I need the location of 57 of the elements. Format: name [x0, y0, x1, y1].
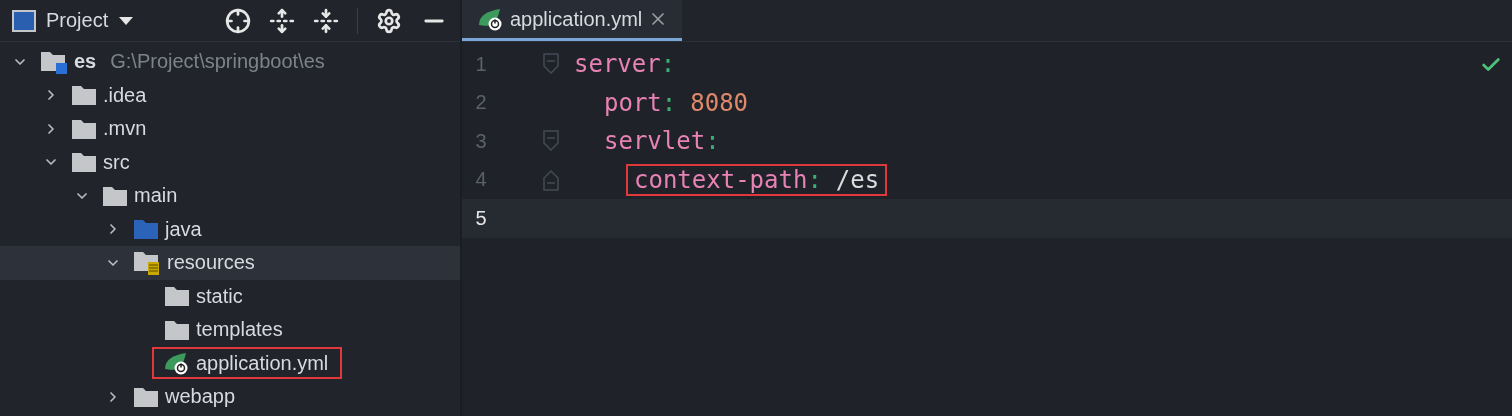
tree-label: webapp [165, 385, 236, 409]
tree-label: .idea [103, 83, 147, 107]
tree-label: static [196, 284, 243, 308]
yaml-key: context-path [634, 165, 808, 194]
folder-icon [164, 285, 190, 308]
tree-row[interactable]: es G:\Project\springboot\es [0, 45, 460, 79]
tree-label: main [134, 184, 178, 208]
folder-icon [71, 117, 97, 140]
tree-row[interactable]: .idea [0, 78, 460, 112]
project-path: G:\Project\springboot\es [110, 50, 325, 74]
folder-icon [71, 84, 97, 107]
colon: : [807, 165, 822, 194]
yaml-key: server [574, 50, 661, 79]
line-number: 3 [474, 129, 488, 153]
line-number: 5 [474, 206, 488, 230]
tree-row[interactable]: webapp [0, 380, 460, 414]
panel-title[interactable]: Project [46, 9, 109, 32]
yaml-key: port [604, 88, 662, 117]
window-icon [12, 9, 36, 32]
tree-label: .mvn [103, 117, 147, 141]
tree-row[interactable]: src [0, 145, 460, 179]
tree-row[interactable]: static [0, 279, 460, 313]
colon: : [660, 50, 676, 79]
line-number: 4 [474, 168, 488, 192]
folder-icon [102, 184, 128, 207]
tree-label: templates [196, 318, 283, 342]
tree-row[interactable]: java [0, 212, 460, 246]
settings-icon[interactable] [376, 7, 402, 34]
colon: : [661, 88, 677, 117]
tree-row[interactable]: application.yml [0, 346, 460, 380]
tree-row[interactable]: templates [0, 313, 460, 347]
tree-label: resources [167, 251, 255, 275]
spring-file-icon [164, 351, 190, 376]
tree-row[interactable]: resources [0, 246, 460, 280]
line-number: 2 [474, 91, 488, 115]
resources-folder-icon [133, 249, 161, 276]
yaml-key: servlet [604, 127, 706, 156]
collapse-all-icon[interactable] [313, 7, 339, 34]
editor-tab[interactable]: application.yml [462, 0, 683, 41]
expand-all-icon[interactable] [269, 7, 295, 34]
folder-icon [164, 318, 190, 341]
tree-row[interactable]: main [0, 179, 460, 213]
spring-file-icon [478, 7, 504, 31]
yaml-value: 8080 [690, 88, 749, 117]
tree-label: java [165, 217, 202, 241]
line-number: 1 [474, 52, 488, 76]
folder-icon [71, 151, 97, 174]
folder-icon [133, 218, 159, 241]
locate-icon[interactable] [225, 7, 251, 34]
colon: : [705, 127, 720, 156]
dropdown-caret-icon[interactable] [118, 15, 135, 26]
folder-icon [133, 385, 159, 408]
tree-label: src [103, 150, 130, 174]
yaml-value: /es [835, 165, 880, 194]
tree-label: application.yml [196, 351, 329, 375]
tree-row[interactable]: .mvn [0, 112, 460, 146]
tree-label: es [74, 50, 97, 74]
